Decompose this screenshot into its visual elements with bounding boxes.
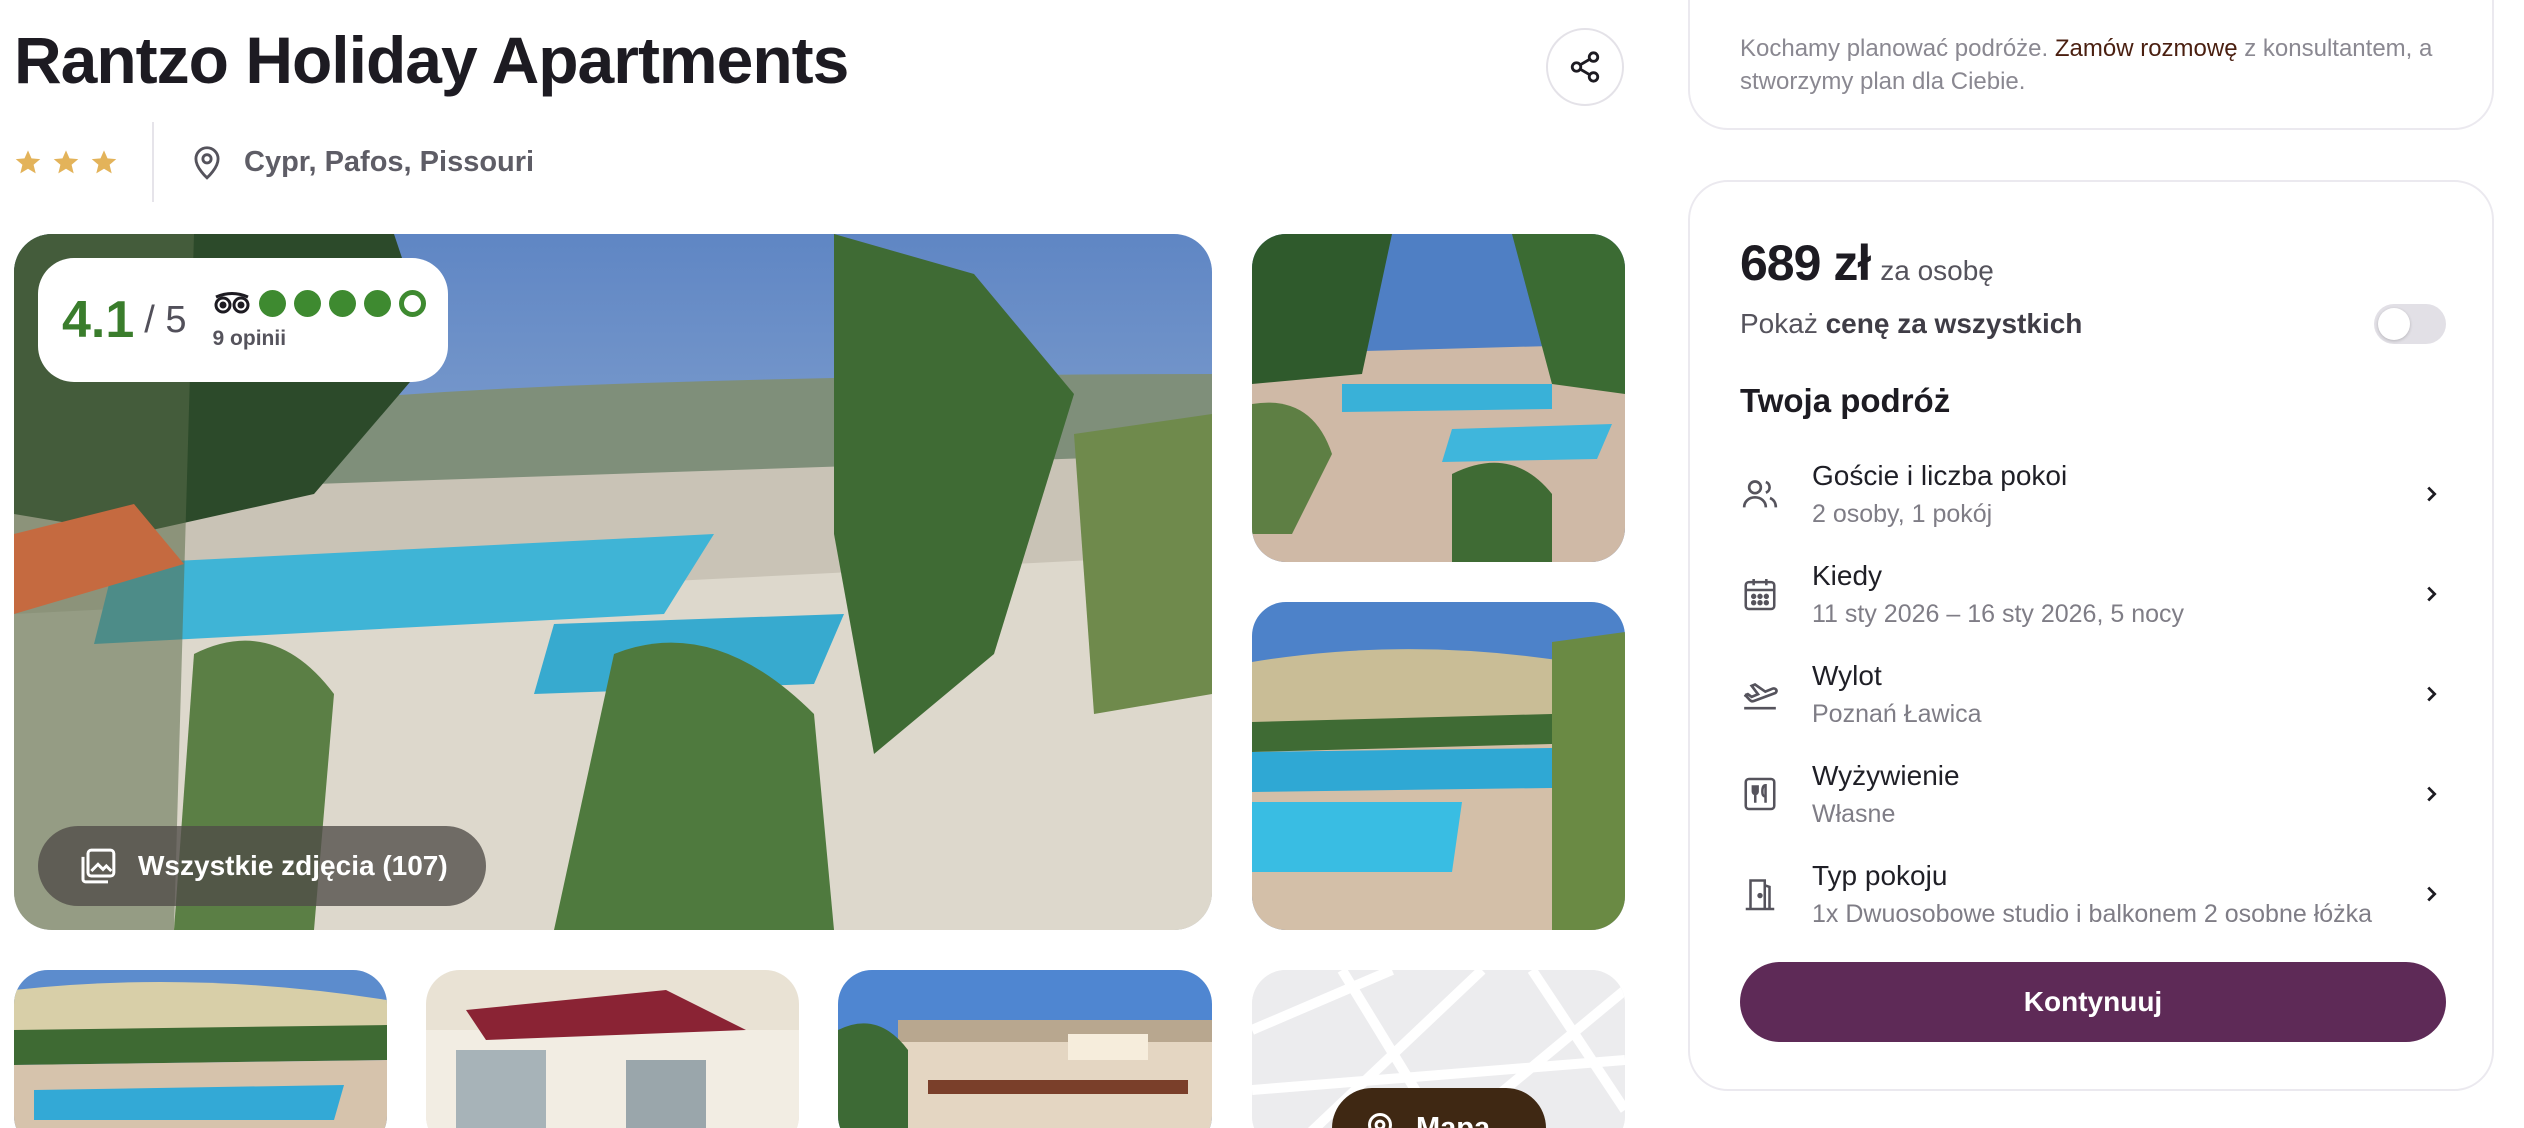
map-pin-icon [194,146,220,180]
booking-card: 689 zł za osobę Pokaż cenę za wszystkich… [1688,180,2494,1091]
toggle-knob [2378,308,2410,340]
rating-bubble-filled [328,289,356,317]
food-icon [1744,777,1776,811]
star-icon [91,150,117,174]
building-photo-image [838,970,1212,1128]
hotel-stars [14,122,154,202]
trip-item-value: Poznań Ławica [1812,699,1982,728]
rating-score: 4.1 [62,291,135,349]
trip-item-label: Goście i liczba pokoi [1812,459,2068,491]
star-icon [15,150,41,174]
trip-item-label: Wylot [1812,659,1882,691]
trip-list: Goście i liczba pokoi 2 osoby, 1 pokój K… [1740,444,2446,944]
review-count[interactable]: 9 opinii [213,327,426,351]
terrace-photo-image [426,970,799,1128]
rating-bubble-empty [398,289,426,317]
hotel-location: Cypr, Pafos, Pissouri [154,142,534,182]
star-icon [53,150,79,174]
all-photos-button[interactable]: Wszystkie zdjęcia (107) [38,826,486,906]
trip-item-label: Wyżywienie [1812,759,1960,791]
map-button[interactable]: Mapa [1332,1088,1546,1128]
toggle-bold: cenę za wszystkich [1825,308,2083,339]
calendar-icon [1744,578,1776,611]
price-row: 689 zł za osobę [1740,234,1994,292]
rating-card[interactable]: 4.1 / 5 9 opinii [38,258,448,382]
gallery-photo[interactable] [426,970,799,1128]
price-all-toggle[interactable] [2374,304,2446,344]
trip-item-value: 2 osoby, 1 pokój [1812,499,1993,528]
trip-item-value: 11 sty 2026 – 16 sty 2026, 5 nocy [1812,599,2185,628]
trip-item-departure[interactable]: Wylot Poznań Ławica [1740,644,2446,744]
chevron-right-icon [2427,886,2437,902]
trip-item-value: 1x Dwuosobowe studio i balkonem 2 osobne… [1812,899,2373,928]
rating-bubble-filled [258,289,286,317]
gallery-photo[interactable] [1252,234,1625,562]
price-toggle-row: Pokaż cenę za wszystkich [1740,304,2446,344]
price: 689 zł [1740,235,1871,291]
trip-item-label: Typ pokoju [1812,859,1948,891]
consult-text: Kochamy planować podróże. Zamów rozmowę … [1740,32,2460,98]
trip-item-when[interactable]: Kiedy 11 sty 2026 – 16 sty 2026, 5 nocy [1740,544,2446,644]
trip-item-value: Własne [1812,799,1896,828]
trip-item-room-type[interactable]: Typ pokoju 1x Dwuosobowe studio i balkon… [1740,844,2446,944]
consult-text-before: Kochamy planować podróże. [1740,35,2049,62]
pool-photo-image [14,970,387,1128]
continue-button[interactable]: Kontynuuj [1740,962,2446,1042]
price-per: za osobę [1880,255,1994,286]
chevron-right-icon [2427,786,2437,802]
all-photos-label: Wszystkie zdjęcia (107) [138,850,448,881]
price-toggle-label: Pokaż cenę za wszystkich [1740,308,2082,340]
map-button-label: Mapa [1416,1111,1491,1128]
map-pin-icon [1367,1113,1393,1128]
trip-item-guests[interactable]: Goście i liczba pokoi 2 osoby, 1 pokój [1740,444,2446,544]
consult-card: Kochamy planować podróże. Zamów rozmowę … [1688,0,2494,130]
hotel-meta: Cypr, Pafos, Pissouri [14,122,534,202]
share-button[interactable] [1546,28,1624,106]
room-door-icon [1745,879,1775,911]
share-icon [1570,51,1600,83]
order-call-link[interactable]: Zamów rozmowę [2055,35,2238,62]
rating-out-of: / 5 [144,298,187,341]
gallery-icon [81,848,116,884]
pool-photo-image [1252,234,1625,562]
gallery-photo[interactable] [838,970,1212,1128]
trip-item-label: Kiedy [1812,559,1883,591]
chevron-right-icon [2427,686,2437,702]
tripadvisor-owl-icon [214,292,250,314]
plane-departure-icon [1743,682,1778,710]
rating-bubble-filled [293,289,321,317]
gallery-photo[interactable] [14,970,387,1128]
chevron-right-icon [2427,486,2437,502]
pool-photo-image [1252,602,1625,930]
toggle-prefix: Pokaż [1740,308,1818,339]
rating-bubble-filled [363,289,391,317]
hotel-title: Rantzo Holiday Apartments [14,23,849,97]
location-text: Cypr, Pafos, Pissouri [244,145,535,178]
chevron-right-icon [2427,586,2437,602]
gallery-photo[interactable] [1252,602,1625,930]
trip-item-board[interactable]: Wyżywienie Własne [1740,744,2446,844]
users-icon [1742,480,1778,508]
trip-title: Twoja podróż [1740,382,1951,419]
